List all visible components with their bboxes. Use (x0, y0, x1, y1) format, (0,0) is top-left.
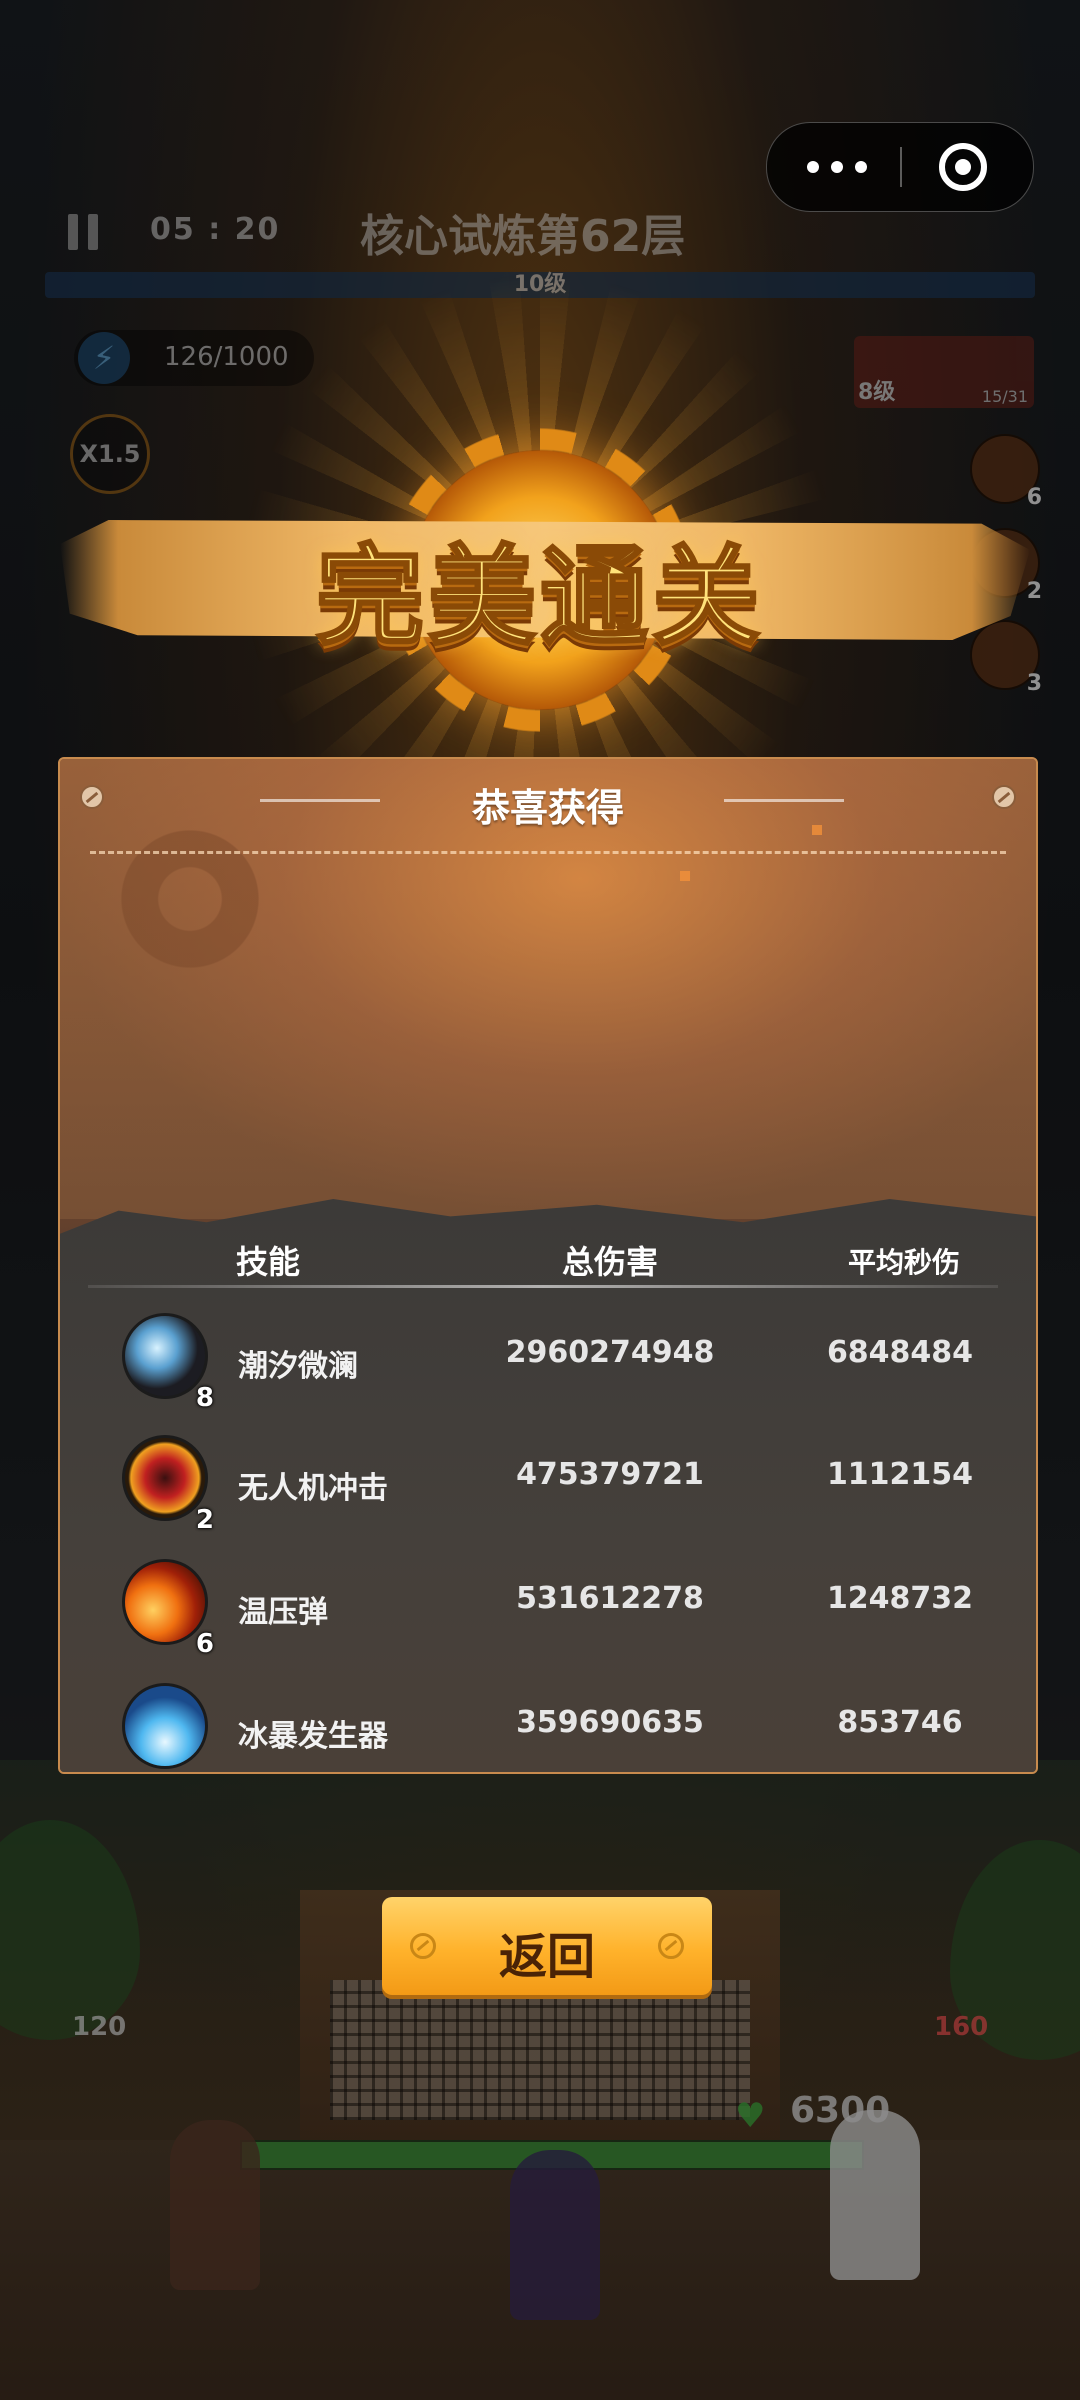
average-dps: 1248732 (826, 1581, 974, 1616)
more-options-icon[interactable] (807, 157, 867, 177)
return-button[interactable]: 返回 (382, 1897, 712, 1995)
skill-icon-wrap: 8 (122, 1313, 214, 1413)
average-dps: 1112154 (826, 1457, 974, 1492)
reward-panel: 恭喜获得 技能 总伤害 平均秒伤 8 潮汐微澜 2960274948 68484… (58, 757, 1038, 1774)
column-header-total-damage: 总伤害 (562, 1243, 659, 1281)
total-damage: 359690635 (516, 1705, 704, 1740)
skill-name: 温压弹 (238, 1595, 328, 1630)
skill-icon-wrap: 2 (122, 1435, 214, 1535)
close-target-icon[interactable] (939, 143, 987, 191)
miniprogram-capsule (766, 122, 1034, 212)
panel-title: 恭喜获得 (471, 786, 624, 830)
column-header-skill: 技能 (236, 1243, 301, 1281)
table-row: 8 潮汐微澜 2960274948 6848484 (60, 1313, 1036, 1423)
ice-storm-icon (122, 1683, 208, 1769)
skill-icon-wrap (122, 1683, 214, 1769)
table-row: 2 无人机冲击 475379721 1112154 (60, 1435, 1036, 1545)
skill-name: 冰暴发生器 (238, 1719, 388, 1754)
average-dps: 6848484 (826, 1335, 974, 1370)
total-damage: 531612278 (516, 1581, 704, 1616)
skill-name: 无人机冲击 (238, 1471, 388, 1506)
skill-level: 8 (195, 1383, 214, 1413)
skill-name: 潮汐微澜 (238, 1349, 358, 1384)
skill-icon-wrap: 6 (122, 1559, 214, 1659)
skill-level: 6 (195, 1629, 214, 1659)
spark (680, 871, 690, 881)
table-row: 6 温压弹 531612278 1248732 (60, 1559, 1036, 1669)
total-damage: 475379721 (516, 1457, 704, 1492)
spark (812, 825, 822, 835)
victory-title: 完美通关 (314, 534, 764, 662)
total-damage: 2960274948 (505, 1335, 715, 1370)
header-divider (88, 1285, 998, 1288)
average-dps: 853746 (837, 1705, 963, 1740)
table-row: 冰暴发生器 359690635 853746 (60, 1683, 1036, 1769)
dashed-divider (90, 851, 1006, 854)
screw-icon (658, 1933, 684, 1959)
capsule-divider (900, 147, 902, 187)
column-header-dps: 平均秒伤 (848, 1246, 961, 1279)
skill-level: 2 (195, 1505, 214, 1535)
